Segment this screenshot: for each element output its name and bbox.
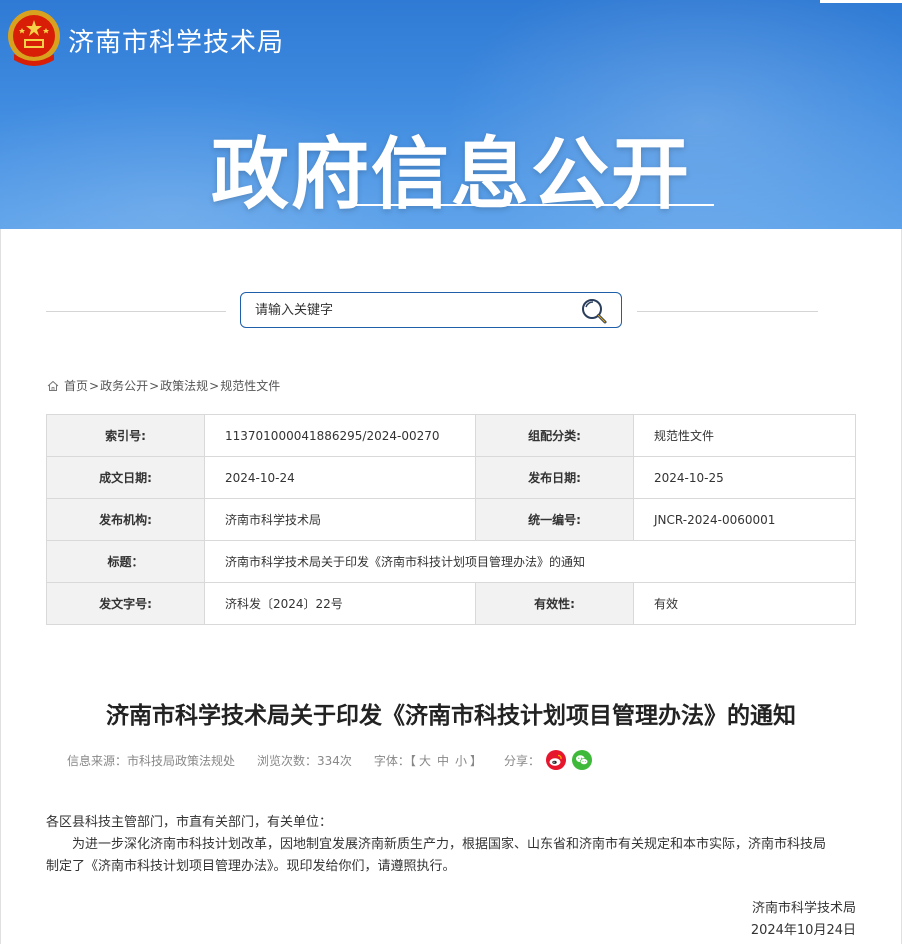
title-label: 标题： [46,540,205,583]
breadcrumb-normative-docs[interactable]: 规范性文件 [220,377,280,394]
search-box [240,292,622,328]
validity-label: 有效性: [475,582,634,625]
font-medium-button[interactable]: 中 [437,752,449,769]
breadcrumb-gov-affairs[interactable]: 政务公开 [100,377,148,394]
breadcrumb-policy[interactable]: 政策法规 [160,377,208,394]
search-icon[interactable] [579,296,611,326]
table-row: 发文字号: 济科发〔2024〕22号 有效性: 有效 [46,582,856,625]
publish-date-value: 2024-10-25 [633,456,856,499]
article-paragraph-line-1: 为进一步深化济南市科技计划改革，因地制宜发展济南新质生产力，根据国家、山东省和济… [72,837,827,852]
banner-title: 政府信息公开 [210,130,691,220]
unified-number-label: 统一编号: [475,498,634,541]
table-row: 成文日期: 2024-10-24 发布日期: 2024-10-25 [46,456,856,499]
breadcrumb-separator: > [209,378,220,393]
font-size-control: 字体：【大中小】 [374,752,482,769]
breadcrumb: 首页 > 政务公开 > 政策法规 > 规范性文件 [47,377,280,394]
document-info-table: 索引号: 113701000041886295/2024-00270 组配分类:… [46,414,856,625]
table-row: 发布机构: 济南市科学技术局 统一编号: JNCR-2024-0060001 [46,498,856,541]
validity-value: 有效 [633,582,856,625]
banner-underline [347,204,714,206]
article-meta: 信息来源：市科技局政策法规处 浏览次数：334次 字体：【大中小】 分享： [67,750,593,770]
doc-number-label: 发文字号: [46,582,205,625]
top-tab-strip [820,0,902,3]
font-size-label: 字体：【 [373,753,416,768]
signature-date: 2024年10月24日 [750,923,856,938]
index-number-label: 索引号: [46,414,205,457]
table-row: 标题： 济南市科学技术局关于印发《济南市科技计划项目管理办法》的通知 [46,540,856,583]
wechat-icon[interactable] [572,750,593,770]
publisher-label: 发布机构: [46,498,205,541]
view-count: 浏览次数：334次 [257,753,352,768]
unified-number-value: JNCR-2024-0060001 [633,498,856,541]
breadcrumb-separator: > [149,378,160,393]
site-header: 济南市科学技术局 政府信息公开 [0,0,902,229]
publish-date-label: 发布日期: [475,456,634,499]
table-row: 索引号: 113701000041886295/2024-00270 组配分类:… [46,414,856,457]
article-title: 济南市科学技术局关于印发《济南市科技计划项目管理办法》的通知 [106,703,796,729]
share-label: 分享： [504,753,541,768]
search-input[interactable] [255,293,575,327]
signature-org: 济南市科学技术局 [751,901,856,916]
written-date-label: 成文日期: [46,456,205,499]
title-value: 济南市科学技术局关于印发《济南市科技计划项目管理办法》的通知 [204,540,856,583]
article-salutation: 各区县科技主管部门，市直有关部门，有关单位： [46,815,333,830]
index-number-value: 113701000041886295/2024-00270 [204,414,476,457]
category-value: 规范性文件 [633,414,856,457]
written-date-value: 2024-10-24 [204,456,476,499]
font-size-close: 】 [469,753,482,768]
site-name[interactable]: 济南市科学技术局 [68,22,284,59]
doc-number-value: 济科发〔2024〕22号 [204,582,476,625]
home-icon [47,380,59,391]
info-source: 信息来源：市科技局政策法规处 [67,753,236,768]
search-divider-left [46,311,226,312]
breadcrumb-home[interactable]: 首页 [64,377,88,394]
category-label: 组配分类: [475,414,634,457]
breadcrumb-separator: > [89,378,100,393]
article-paragraph-line-2: 制定了《济南市科技计划项目管理办法》。现印发给你们，请遵照执行。 [46,859,456,874]
search-divider-right [637,311,818,312]
national-emblem-icon[interactable] [6,8,62,70]
font-small-button[interactable]: 小 [455,752,467,769]
font-large-button[interactable]: 大 [419,752,431,769]
weibo-icon[interactable] [546,750,567,770]
publisher-value: 济南市科学技术局 [204,498,476,541]
